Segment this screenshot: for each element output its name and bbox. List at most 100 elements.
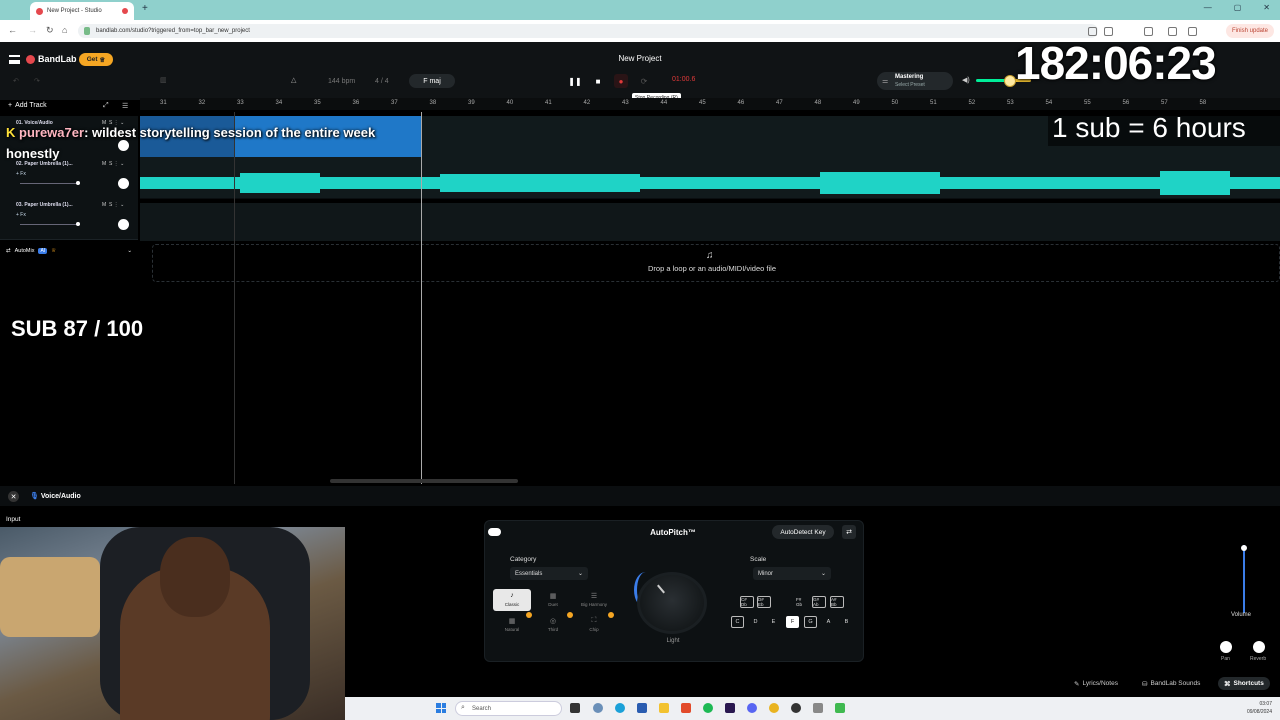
solo-button[interactable]: S (109, 202, 112, 208)
speaker-icon[interactable]: ◀) (962, 76, 970, 84)
mute-solo[interactable]: M S ⋮ ⌄ (102, 202, 124, 208)
bandlab-sounds-button[interactable]: ⛁ BandLab Sounds (1136, 677, 1206, 690)
key-b[interactable]: B (840, 616, 853, 628)
key-fsharp[interactable]: F# Gb (795, 596, 809, 608)
chrome-icon[interactable] (769, 703, 779, 713)
category-select[interactable]: Essentials ⌄ (510, 567, 588, 580)
profile-icon[interactable] (1188, 27, 1197, 36)
menu-icon[interactable] (9, 55, 20, 64)
key-e[interactable]: E (767, 616, 780, 628)
file-explorer-icon[interactable] (659, 703, 669, 713)
correction-strength-knob[interactable] (637, 572, 707, 634)
mute-button[interactable]: M (102, 161, 106, 167)
metronome-icon[interactable]: △ (291, 76, 296, 84)
redo-icon[interactable]: ↷ (34, 77, 40, 85)
track-settings-icon[interactable]: ☰ (122, 102, 128, 110)
autopitch-settings-icon[interactable]: ⇄ (842, 525, 856, 539)
style-chip[interactable]: ⛶ Chip (575, 614, 613, 636)
back-icon[interactable]: ← (8, 25, 17, 35)
track-name[interactable]: 02. Paper Umbrella (1)... (16, 161, 73, 167)
timeline-ruler[interactable]: 31 32 33 34 35 36 37 38 39 40 41 42 43 44 45 46 47 48 49 50… (140, 98, 1280, 110)
key-selector[interactable]: F maj (409, 74, 455, 88)
mixer-icon[interactable]: ▥ (160, 76, 167, 84)
record-button[interactable]: ● (614, 74, 628, 88)
key-asharp[interactable]: A# Bb (830, 596, 844, 608)
pause-button[interactable]: ❚❚ (568, 74, 582, 88)
site-info-icon[interactable] (84, 27, 90, 35)
close-window-icon[interactable]: ✕ (1263, 3, 1270, 12)
tempo-field[interactable]: 144 bpm (328, 78, 355, 85)
home-icon[interactable]: ⌂ (62, 25, 67, 35)
mastering-button[interactable]: ⚌ Mastering Select Preset (877, 72, 953, 90)
settings-icon[interactable] (593, 703, 603, 713)
key-csharp[interactable]: C# Db (740, 596, 754, 608)
finish-update-button[interactable]: Finish update (1225, 24, 1274, 38)
app-icon[interactable] (813, 703, 823, 713)
loop-button[interactable]: ⟳ (637, 74, 651, 88)
shortcuts-button[interactable]: ⌘ Shortcuts (1218, 677, 1270, 690)
add-track-button[interactable]: + Add Track (8, 102, 47, 109)
track-name[interactable]: 03. Paper Umbrella (1)... (16, 202, 73, 208)
extensions-icon[interactable] (1144, 27, 1153, 36)
horizontal-scrollbar[interactable] (330, 479, 518, 483)
time-signature[interactable]: 4 / 4 (375, 78, 389, 85)
key-g[interactable]: G (804, 616, 817, 628)
project-title[interactable]: New Project (560, 54, 720, 63)
spotify-icon[interactable] (703, 703, 713, 713)
extension-icon[interactable] (1088, 27, 1097, 36)
style-third[interactable]: ◎ Third (534, 614, 572, 636)
autodetect-key-button[interactable]: AutoDetect Key (772, 525, 834, 539)
extension-icon[interactable] (1104, 27, 1113, 36)
minimize-icon[interactable]: — (1204, 3, 1212, 12)
key-c[interactable]: C (731, 616, 744, 628)
style-natural[interactable]: ▦ Natural (493, 614, 531, 636)
taskbar-search[interactable]: ⌕ Search (455, 701, 562, 716)
reload-icon[interactable]: ↻ (46, 25, 54, 36)
volume-fader[interactable] (20, 183, 80, 184)
volume-fader-handle[interactable] (76, 181, 80, 185)
style-classic[interactable]: ♪ Classic (493, 589, 531, 611)
chevron-down-icon[interactable]: ⌄ (127, 248, 132, 254)
maximize-icon[interactable]: ▢ (1234, 3, 1242, 12)
close-panel-icon[interactable]: ✕ (8, 491, 19, 502)
track-header-2[interactable]: 02. Paper Umbrella (1)... + Fx M S ⋮ ⌄ (0, 157, 138, 199)
track-lane-3[interactable] (140, 203, 1280, 241)
pan-knob[interactable] (118, 219, 129, 230)
solo-button[interactable]: S (109, 161, 112, 167)
start-icon[interactable] (436, 703, 446, 713)
task-view-icon[interactable] (570, 703, 580, 713)
new-tab-icon[interactable]: + (142, 3, 148, 14)
volume-fader[interactable] (20, 224, 80, 225)
add-fx-button[interactable]: + Fx (16, 212, 26, 218)
edge-icon[interactable] (615, 703, 625, 713)
browser-tab[interactable]: New Project - Studio (30, 2, 134, 20)
get-membership-button[interactable]: Get ♕ (79, 53, 113, 66)
volume-fader-handle[interactable] (76, 222, 80, 226)
app-icon[interactable] (835, 703, 845, 713)
system-clock[interactable]: 03:07 09/08/2024 (1232, 700, 1272, 716)
lyrics-notes-button[interactable]: ✎ Lyrics/Notes (1068, 677, 1124, 690)
stop-button[interactable]: ■ (591, 74, 605, 88)
automation-icon[interactable]: ⤢ (103, 102, 109, 110)
pan-knob[interactable] (118, 140, 129, 151)
reverb-knob[interactable] (1253, 641, 1265, 653)
key-f[interactable]: F (786, 616, 799, 628)
add-fx-button[interactable]: + Fx (16, 171, 26, 177)
track-header-3[interactable]: 03. Paper Umbrella (1)... + Fx M S ⋮ ⌄ (0, 198, 138, 240)
style-duet[interactable]: ▦ Duet (534, 589, 572, 611)
obs-icon[interactable] (791, 703, 801, 713)
forward-icon[interactable]: → (28, 25, 37, 35)
drop-zone[interactable] (152, 244, 1280, 282)
style-big-harmony[interactable]: ☰ Big Harmony (575, 589, 613, 611)
key-a[interactable]: A (822, 616, 835, 628)
download-icon[interactable] (1168, 27, 1177, 36)
key-d[interactable]: D (749, 616, 762, 628)
undo-icon[interactable]: ↶ (13, 77, 19, 85)
automix-row[interactable]: ⇄ AutoMix AI ♕ ⌄ (0, 244, 138, 258)
address-bar[interactable]: bandlab.com/studio?triggered_from=top_ba… (78, 24, 1098, 38)
premiere-icon[interactable] (725, 703, 735, 713)
playhead[interactable] (421, 112, 422, 484)
brave-icon[interactable] (681, 703, 691, 713)
mute-solo[interactable]: M S ⋮ ⌄ (102, 161, 124, 167)
key-dsharp[interactable]: D# Eb (757, 596, 771, 608)
